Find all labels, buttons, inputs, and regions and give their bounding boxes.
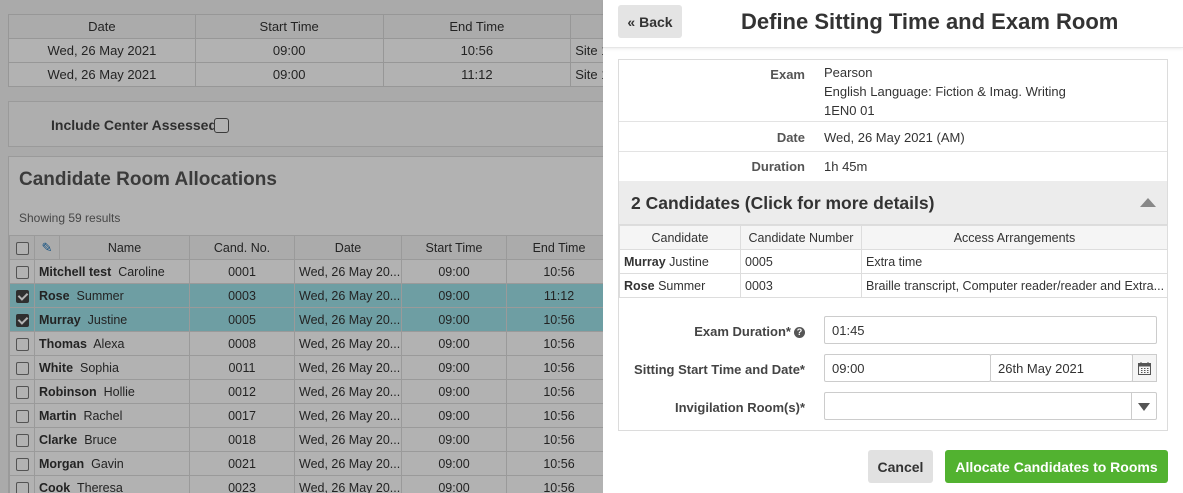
help-icon[interactable]: ? [794,327,805,339]
column-header-candidate: Candidate [619,225,741,250]
invigilation-room-select[interactable] [824,392,1157,420]
exam-label: Exam [770,67,805,82]
define-sitting-modal: « Back Define Sitting Time and Exam Room… [603,0,1183,493]
exam-info-box: Exam Pearson English Language: Fiction &… [618,59,1168,431]
duration-label: Duration [751,159,805,174]
candidate-number: 0005 [740,249,862,274]
modal-header: « Back Define Sitting Time and Exam Room [603,0,1183,48]
column-header-access-arrangements: Access Arrangements [861,225,1168,250]
candidates-arrangements-table: Candidate Candidate Number Access Arrang… [619,225,1168,298]
candidate-surname: Rose [624,278,655,293]
cancel-button[interactable]: Cancel [868,450,933,483]
chevron-down-icon[interactable] [1131,393,1156,419]
collapse-triangle-icon[interactable] [1140,198,1156,207]
exam-duration-label: Exam Duration*? [694,324,805,339]
back-button[interactable]: « Back [618,5,682,38]
candidate-name: Rose Summer [619,273,741,298]
date-label: Date [776,130,805,145]
date-row: Date Wed, 26 May 2021 (AM) [619,122,1167,152]
column-header-candidate-number: Candidate Number [740,225,862,250]
modal-title: Define Sitting Time and Exam Room [741,9,1119,34]
duration-row: Duration 1h 45m [619,152,1167,181]
candidate-surname: Murray [624,254,666,269]
candidate-first-name: Justine [669,254,709,269]
allocate-candidates-button[interactable]: Allocate Candidates to Rooms [945,450,1168,483]
date-value: Wed, 26 May 2021 (AM) [824,130,965,145]
sitting-date-input[interactable] [990,354,1133,382]
duration-value: 1h 45m [824,159,868,174]
sitting-time-input[interactable] [824,354,991,382]
exam-board: Pearson [824,65,873,80]
access-arrangements: Extra time [861,249,1168,274]
table-row: Murray Justine 0005 Extra time [619,249,1168,274]
access-arrangements: Braille transcript, Computer reader/read… [861,273,1168,298]
exam-duration-input[interactable] [824,316,1157,344]
exam-row: Exam Pearson English Language: Fiction &… [619,60,1167,122]
calendar-icon [1138,362,1151,375]
calendar-button[interactable] [1132,354,1157,382]
candidate-name: Murray Justine [619,249,741,274]
sitting-start-label: Sitting Start Time and Date* [634,362,805,377]
exam-name: English Language: Fiction & Imag. Writin… [824,84,1066,99]
candidates-header-text: 2 Candidates (Click for more details) [631,193,935,213]
exam-value: Pearson English Language: Fiction & Imag… [824,63,1066,120]
candidate-first-name: Summer [658,278,706,293]
exam-code: 1EN0 01 [824,103,875,118]
candidates-accordion-header[interactable]: 2 Candidates (Click for more details) [619,181,1167,225]
table-row: Rose Summer 0003 Braille transcript, Com… [619,273,1168,298]
invigilation-room-label: Invigilation Room(s)* [675,400,805,415]
exam-duration-label-text: Exam Duration* [694,324,791,339]
candidate-number: 0003 [740,273,862,298]
